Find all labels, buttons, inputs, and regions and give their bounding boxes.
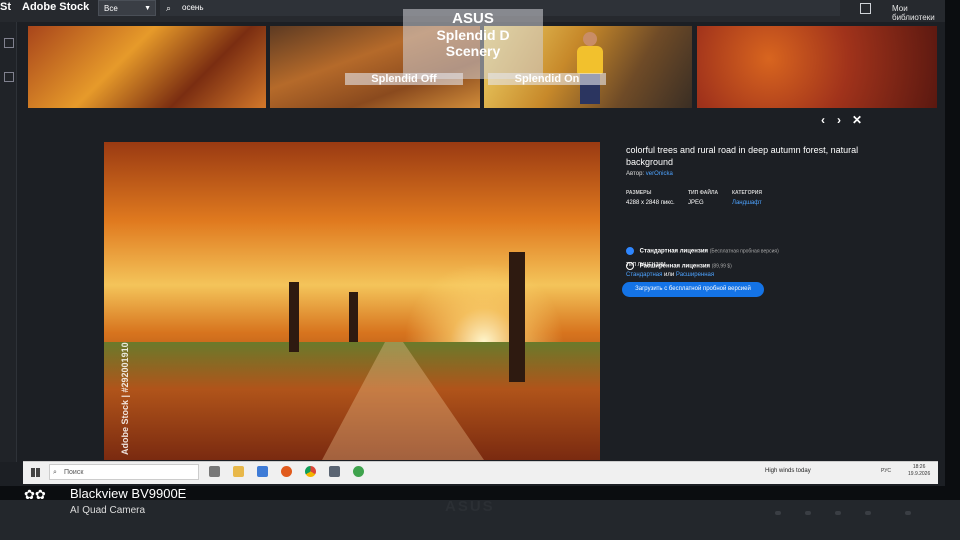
- radio-extended[interactable]: Расширенная лицензия (89,99 $): [626, 262, 732, 270]
- clock[interactable]: 18:26 19.9.2026: [908, 464, 930, 478]
- category-label: КАТЕГОРИЯ: [732, 190, 762, 196]
- chrome-icon[interactable]: [305, 466, 316, 477]
- radio-empty-icon: [626, 262, 634, 270]
- osd-brand: ASUS: [452, 10, 494, 27]
- monitor: St Adobe Stock Все ▼ ⌕ осень Мои библиот…: [0, 0, 960, 500]
- next-arrow-icon[interactable]: ›: [837, 113, 841, 127]
- task-view-icon[interactable]: [209, 466, 220, 477]
- app-icon[interactable]: [353, 466, 364, 477]
- filter-icon[interactable]: [4, 72, 14, 82]
- monitor-osd-menu: ASUS Splendid D Scenery: [403, 9, 543, 79]
- monitor-button[interactable]: [805, 511, 811, 515]
- file-explorer-icon[interactable]: [233, 466, 244, 477]
- author-line: Автор: verOnicka: [626, 171, 876, 177]
- search-scope-dropdown[interactable]: Все ▼: [98, 0, 156, 16]
- author-label: Автор:: [626, 171, 645, 177]
- calculator-icon[interactable]: [329, 466, 340, 477]
- preview-image[interactable]: [104, 142, 600, 460]
- taskbar-search-placeholder: Поиск: [64, 469, 84, 476]
- clock-date: 19.9.2026: [908, 471, 931, 477]
- thumbnail-1[interactable]: [28, 26, 266, 108]
- size-label: РАЗМЕРЫ: [626, 190, 652, 196]
- license-or: или: [664, 272, 675, 278]
- menu-icon[interactable]: [4, 38, 14, 48]
- weather-widget[interactable]: High winds today: [765, 468, 811, 474]
- osd-line1: Splendid D: [436, 27, 510, 43]
- radio-std-note: (Бесплатная пробная версия): [709, 248, 779, 255]
- taskbar-search[interactable]: ⌕ Поиск: [49, 464, 199, 480]
- radio-selected-icon: [626, 247, 634, 255]
- camera-sub: AI Quad Camera: [70, 505, 146, 516]
- power-button[interactable]: [905, 511, 911, 515]
- tree-trunk: [289, 282, 299, 352]
- camera-model: Blackview BV9900E: [70, 486, 187, 501]
- brand-name[interactable]: Adobe Stock: [22, 1, 89, 13]
- asset-details: colorful trees and rural road in deep au…: [622, 144, 876, 297]
- prev-arrow-icon[interactable]: ‹: [821, 113, 825, 127]
- left-rail: [0, 22, 17, 462]
- search-icon: ⌕: [53, 469, 57, 476]
- filetype-label: ТИП ФАЙЛА: [688, 190, 719, 196]
- license-std-link[interactable]: Стандартная: [626, 272, 662, 278]
- cta-label: Загрузить с бесплатной пробной версией: [635, 286, 751, 292]
- radio-std-label: Стандартная лицензия: [639, 248, 709, 255]
- tree-trunk: [509, 252, 525, 382]
- monitor-button[interactable]: [775, 511, 781, 515]
- search-icon: ⌕: [166, 3, 172, 13]
- my-libraries-link[interactable]: Мои библиотеки: [892, 4, 945, 22]
- windows-taskbar: ⌕ Поиск High winds today РУС 18:26 19.9.…: [23, 461, 938, 484]
- download-trial-button[interactable]: Загрузить с бесплатной пробной версией: [622, 282, 764, 297]
- scope-value: Все: [104, 4, 118, 13]
- windows-start-icon[interactable]: [31, 468, 40, 477]
- monitor-button[interactable]: [835, 511, 841, 515]
- clock-time: 18:26: [912, 464, 926, 470]
- radio-standard[interactable]: Стандартная лицензия (Бесплатная пробная…: [626, 247, 779, 255]
- size-value: 4288 x 2848 пикс.: [626, 200, 675, 206]
- cart-icon[interactable]: [860, 3, 871, 14]
- monitor-brand-logo: ASUS: [445, 498, 495, 515]
- search-value: осень: [182, 3, 204, 12]
- chevron-down-icon: ▼: [144, 5, 151, 12]
- osd-option-off: Splendid Off: [345, 73, 463, 85]
- camera-logo-icon: ✿✿: [24, 487, 46, 502]
- adobe-stock-logo[interactable]: St: [0, 1, 11, 13]
- watermark: Adobe Stock | #292001910: [120, 342, 130, 455]
- firefox-icon[interactable]: [281, 466, 292, 477]
- store-icon[interactable]: [257, 466, 268, 477]
- monitor-button[interactable]: [865, 511, 871, 515]
- tree-trunk: [349, 292, 358, 342]
- person-in-yellow: [570, 32, 610, 104]
- category-link[interactable]: Ландшафт: [732, 200, 762, 206]
- radio-ext-note: (89,99 $): [711, 263, 732, 270]
- screen: St Adobe Stock Все ▼ ⌕ осень Мои библиот…: [0, 0, 945, 486]
- license-ext-link[interactable]: Расширенная: [676, 272, 714, 278]
- radio-ext-label: Расширенная лицензия: [639, 263, 711, 270]
- asset-title: colorful trees and rural road in deep au…: [626, 145, 859, 167]
- osd-option-on: Splendid On: [488, 73, 606, 85]
- filetype-value: JPEG: [688, 200, 704, 206]
- osd-line2: Scenery: [445, 43, 501, 59]
- thumbnail-4[interactable]: [697, 26, 937, 108]
- author-link[interactable]: verOnicka: [646, 171, 673, 177]
- close-icon[interactable]: ✕: [852, 113, 862, 127]
- language-indicator[interactable]: РУС: [881, 468, 891, 474]
